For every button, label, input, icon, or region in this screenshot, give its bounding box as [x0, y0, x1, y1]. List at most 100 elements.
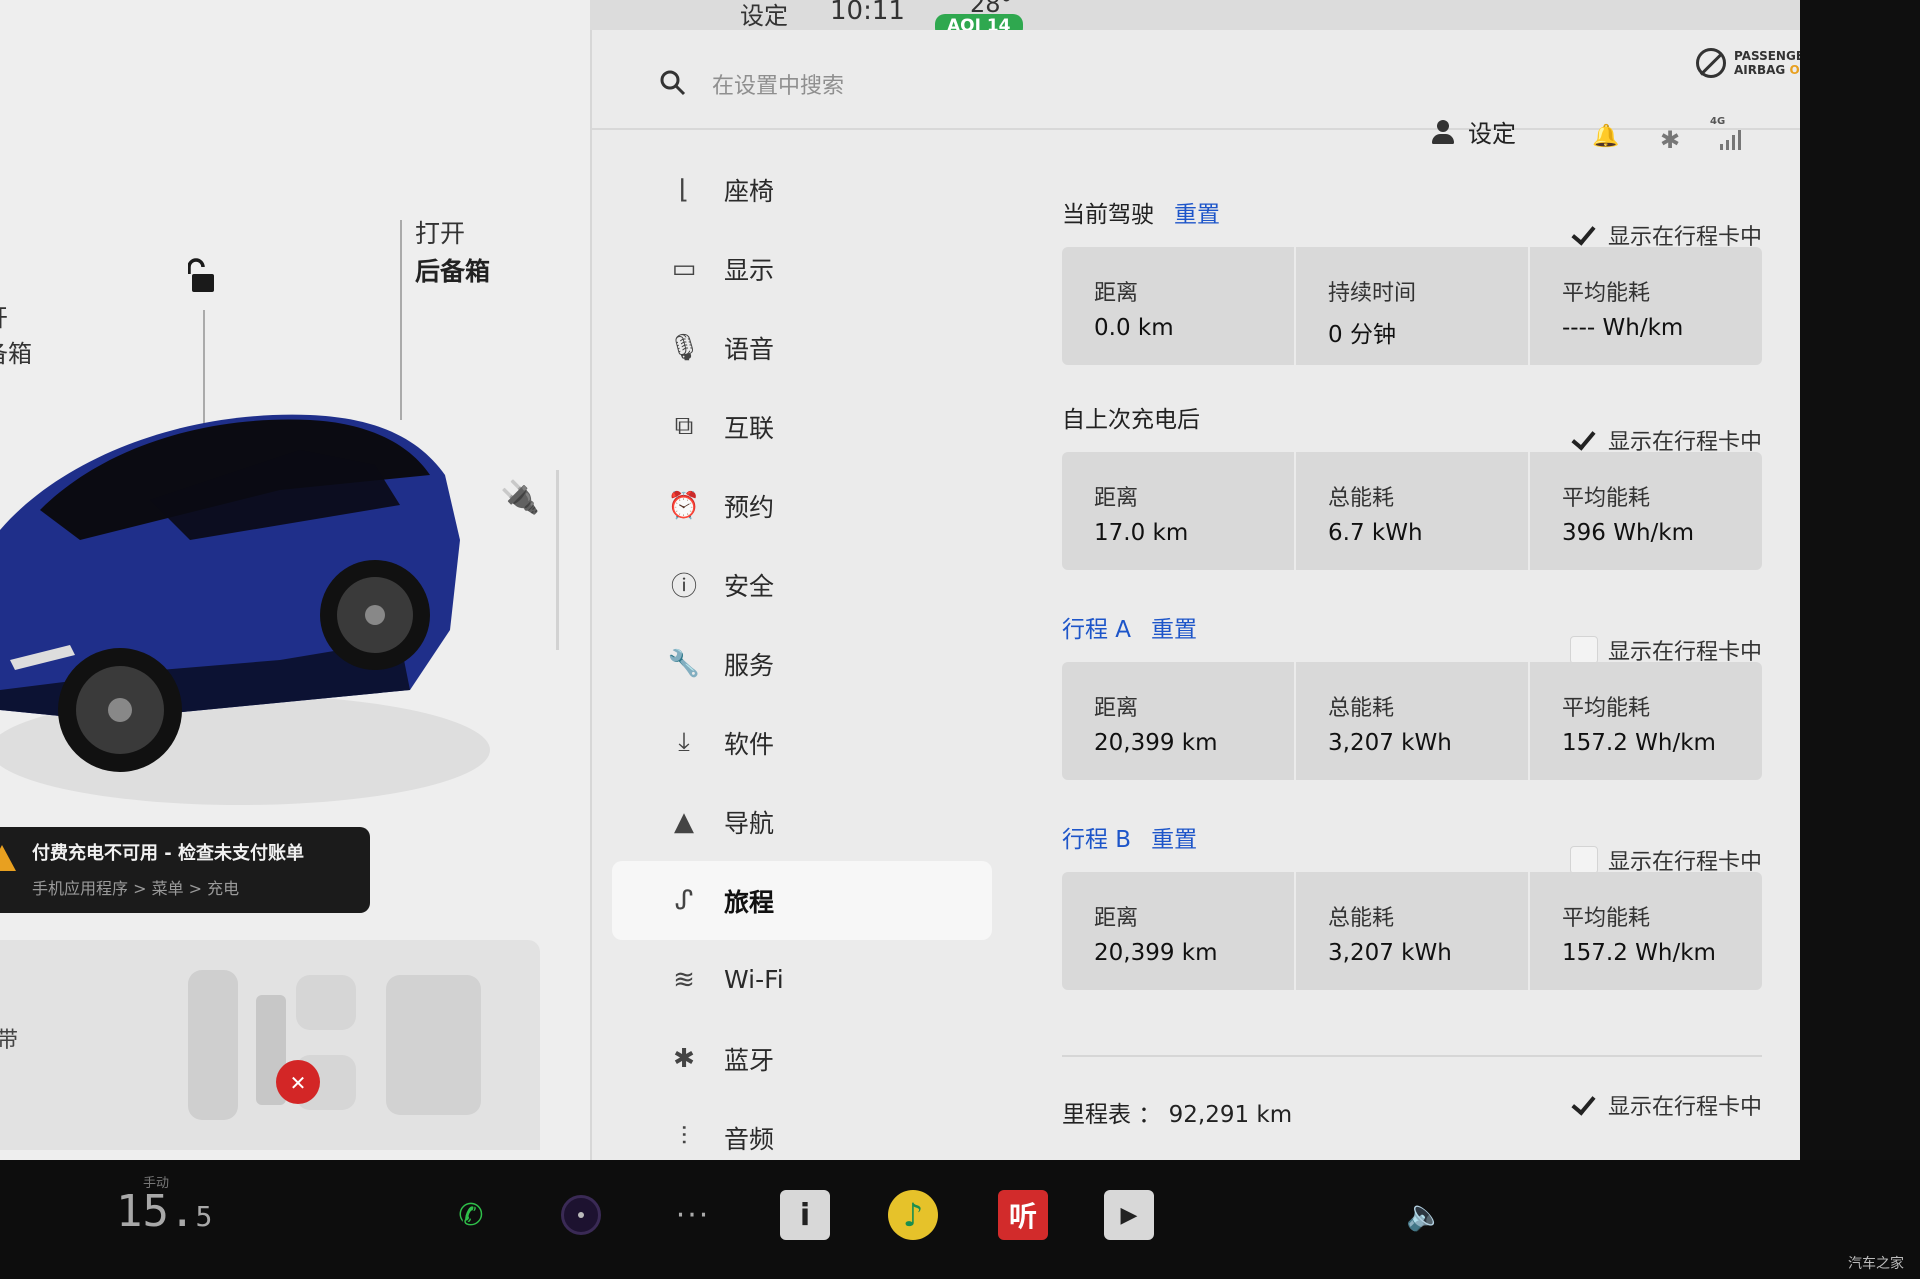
connectivity-icon: ⧉	[674, 411, 694, 441]
checkbox[interactable]	[1570, 221, 1598, 249]
stat-avg-energy: 平均能耗 396 Wh/km	[1562, 486, 1695, 546]
nav-item-service[interactable]: 🔧 服务	[612, 624, 992, 703]
stats-box: 距离 20,399 km 总能耗 3,207 kWh 平均能耗 157.2 Wh/km	[1062, 872, 1762, 990]
nav-item-schedule[interactable]: ⏰ 预约	[612, 466, 992, 545]
schedule-icon: ⏰	[667, 490, 701, 521]
bottom-dock: 手动 15.5 ✆ ··· i ♪ 听 ▶ 🔈 汽车之家	[0, 1160, 1920, 1279]
trunk-open-button[interactable]: 打开 后备箱	[415, 215, 490, 291]
profile-button[interactable]: 设定	[1432, 114, 1516, 149]
charging-alert-banner[interactable]: 付费充电不可用 - 检查未支付账单 手机应用程序 > 菜单 > 充电	[0, 827, 370, 913]
trips-icon: ᔑ	[674, 885, 694, 916]
nav-item-navigation[interactable]: ▲ 导航	[612, 782, 992, 861]
watermark: 汽车之家	[1848, 1256, 1904, 1272]
nav-item-display[interactable]: ▭ 显示	[612, 229, 992, 308]
nav-item-seat[interactable]: ⌊ 座椅	[612, 150, 992, 229]
bell-icon[interactable]: 🔔	[1592, 124, 1619, 149]
bluetooth-status-icon[interactable]: ✱	[1660, 126, 1680, 154]
nav-item-voice[interactable]: 🎙 语音	[612, 308, 992, 387]
reset-trip-a-button[interactable]: 重置	[1151, 617, 1197, 643]
odometer-show-in-trip-card-toggle[interactable]: 显示在行程卡中	[1570, 1089, 1762, 1121]
section-since-last-charge: 自上次充电后 显示在行程卡中 距离 17.0 km 总能耗 6.7 kWh 平均能耗…	[1062, 400, 1762, 570]
section-title: 自上次充电后	[1062, 407, 1200, 433]
passenger-airbag-indicator: PASSENGER AIRBAG ON	[1696, 48, 1800, 78]
search-icon	[660, 70, 686, 96]
section-trip-b: 行程 B 重置 显示在行程卡中 距离 20,399 km 总能耗 3,207 kWh …	[1062, 820, 1762, 990]
svg-text:✕: ✕	[290, 1071, 307, 1095]
car-model-image	[0, 414, 490, 805]
stats-box: 距离 20,399 km 总能耗 3,207 kWh 平均能耗 157.2 Wh/km	[1062, 662, 1762, 780]
section-title: 行程 B	[1062, 827, 1132, 853]
profile-label: 设定	[1468, 120, 1516, 148]
pane-divider	[556, 470, 559, 650]
checkbox[interactable]	[1569, 636, 1598, 664]
frunk-open-button[interactable]: 开 备箱	[0, 300, 32, 372]
alert-detail: 手机应用程序 > 菜单 > 充电	[32, 879, 240, 898]
theater-icon[interactable]: ▶	[1104, 1190, 1154, 1240]
equalizer-icon: ⫶	[680, 1122, 688, 1152]
settings-nav: ⌊ 座椅 ▭ 显示 🎙 语音 ⧉ 互联 ⏰ 预约 ⓘ 安全 🔧 服务 ⤓ 软件 ▲ 导航 ᔑ 旅程 …	[612, 150, 992, 1160]
section-title: 行程 A	[1062, 617, 1132, 643]
seat-icon: ⌊	[678, 174, 690, 205]
stat-avg-energy: 平均能耗 157.2 Wh/km	[1562, 906, 1716, 966]
more-apps-icon[interactable]: ···	[668, 1190, 718, 1240]
clock: 10:11	[830, 0, 905, 26]
section-current-drive: 当前驾驶 重置 显示在行程卡中 距离 0.0 km 持续时间 0 分钟 平均能耗 ---…	[1062, 195, 1762, 365]
stat-total-energy: 总能耗 3,207 kWh	[1296, 872, 1530, 990]
network-type-label: 4G	[1710, 116, 1726, 127]
nav-item-safety[interactable]: ⓘ 安全	[612, 545, 992, 624]
settings-panel: 设定 🔔 ✱ 4G PASSENGER AIRBAG ON ⌊座椅 ▭显示 🎙语…	[590, 30, 1800, 1160]
stat-avg-energy: 平均能耗 157.2 Wh/km	[1562, 696, 1716, 756]
checkbox[interactable]	[1570, 426, 1598, 454]
stat-duration: 持续时间 0 分钟	[1296, 247, 1530, 365]
temperature-readout[interactable]: 15.5	[116, 1186, 212, 1237]
reset-current-drive-button[interactable]: 重置	[1174, 202, 1220, 228]
seat-label: 带	[0, 1028, 19, 1053]
stat-total-energy: 总能耗 3,207 kWh	[1296, 662, 1530, 780]
camera-icon[interactable]	[556, 1190, 606, 1240]
nav-item-wifi[interactable]: ≋ Wi-Fi	[612, 940, 992, 1019]
checkbox[interactable]	[1569, 846, 1598, 874]
phone-icon[interactable]: ✆	[446, 1190, 496, 1240]
nav-item-audio[interactable]: ⫶ 音频	[612, 1098, 992, 1160]
wifi-icon: ≋	[673, 964, 695, 995]
music-app-icon[interactable]: ♪	[888, 1190, 938, 1240]
charge-port-icon[interactable]: 🔌	[500, 478, 540, 516]
car-visualization-pane: 开 备箱 打开 后备箱 🔌	[0, 0, 590, 1160]
reset-trip-b-button[interactable]: 重置	[1151, 827, 1197, 853]
seatbelt-diagram: ✕	[188, 970, 481, 1120]
checkbox[interactable]	[1570, 1091, 1598, 1119]
person-icon	[1432, 119, 1454, 144]
airbag-icon	[1696, 48, 1726, 78]
listen-app-icon[interactable]: 听	[998, 1190, 1048, 1240]
status-profile: 设定	[740, 2, 788, 30]
warning-icon	[0, 845, 16, 871]
stats-box: 距离 0.0 km 持续时间 0 分钟 平均能耗 ---- Wh/km	[1062, 247, 1762, 365]
bluetooth-icon: ✱	[673, 1043, 695, 1074]
nav-item-bluetooth[interactable]: ✱ 蓝牙	[612, 1019, 992, 1098]
alert-title: 付费充电不可用 - 检查未支付账单	[32, 843, 305, 864]
volume-icon[interactable]: 🔈	[1400, 1190, 1450, 1240]
section-title: 当前驾驶	[1062, 202, 1154, 228]
stats-box: 距离 17.0 km 总能耗 6.7 kWh 平均能耗 396 Wh/km	[1062, 452, 1762, 570]
stat-avg-energy: 平均能耗 ---- Wh/km	[1562, 281, 1684, 341]
cellular-signal-icon: 4G	[1710, 116, 1741, 150]
search-bar	[592, 30, 1800, 130]
display-icon: ▭	[671, 253, 697, 284]
nav-item-trips[interactable]: ᔑ 旅程	[612, 861, 992, 940]
nav-item-software[interactable]: ⤓ 软件	[612, 703, 992, 782]
safety-icon: ⓘ	[670, 572, 697, 602]
manual-icon[interactable]: i	[780, 1190, 830, 1240]
stat-distance: 距离 20,399 km	[1062, 662, 1296, 780]
section-trip-a: 行程 A 重置 显示在行程卡中 距离 20,399 km 总能耗 3,207 kWh …	[1062, 610, 1762, 780]
stat-total-energy: 总能耗 6.7 kWh	[1296, 452, 1530, 570]
microphone-icon: 🎙	[667, 332, 701, 363]
unlock-icon[interactable]	[188, 258, 218, 294]
settings-search-input[interactable]	[712, 70, 1212, 102]
seat-status-pane: 带 ✕	[0, 940, 540, 1150]
wrench-icon: 🔧	[667, 648, 701, 679]
nav-item-connectivity[interactable]: ⧉ 互联	[612, 387, 992, 466]
touchscreen: 设定 10:11 28° AQI 14 开 备箱 打开 后备箱 🔌	[0, 0, 1800, 1160]
screen-bezel	[1800, 0, 1920, 1160]
stat-distance: 距离 20,399 km	[1062, 872, 1296, 990]
stat-distance: 距离 0.0 km	[1062, 247, 1296, 365]
